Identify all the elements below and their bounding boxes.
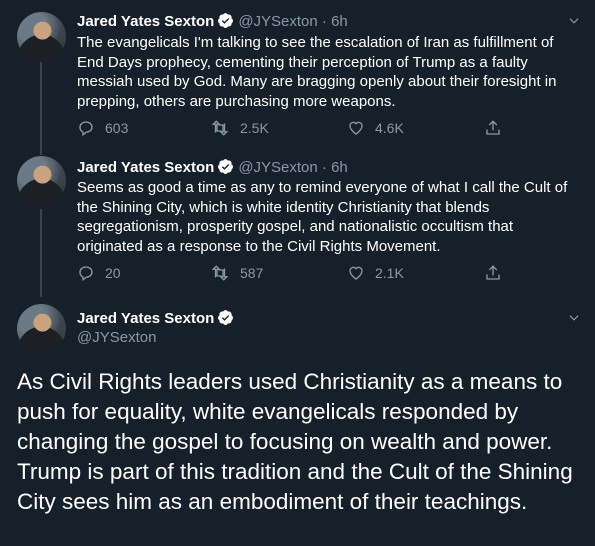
tweet-actions: 603 2.5K 4.6K xyxy=(77,119,507,139)
share-button[interactable] xyxy=(484,264,502,282)
reply-count: 20 xyxy=(105,265,121,281)
reply-button[interactable]: 20 xyxy=(77,264,121,282)
retweet-button[interactable]: 587 xyxy=(210,264,263,282)
share-button[interactable] xyxy=(484,119,502,137)
author-name[interactable]: Jared Yates Sexton xyxy=(77,13,214,30)
verified-badge-icon xyxy=(217,12,234,34)
heart-icon xyxy=(349,266,363,280)
tweet[interactable]: Jared Yates Sexton @JYSexton · 6h Seems a… xyxy=(0,150,595,295)
author-name[interactable]: Jared Yates Sexton xyxy=(77,310,214,327)
share-icon xyxy=(486,120,500,135)
tweet-actions: 20 587 2.1K xyxy=(77,264,507,284)
tweet-text: The evangelicals I'm talking to see the … xyxy=(77,34,557,110)
author-handle[interactable]: @JYSexton xyxy=(238,13,317,30)
avatar[interactable] xyxy=(17,12,66,61)
like-count: 4.6K xyxy=(375,120,404,136)
tweet[interactable]: Jared Yates Sexton @JYSexton · 6h The eva… xyxy=(0,0,595,150)
tweet-text: Seems as good a time as any to remind ev… xyxy=(77,179,568,255)
avatar[interactable] xyxy=(17,304,66,353)
retweet-icon xyxy=(211,120,229,136)
timestamp[interactable]: · 6h xyxy=(322,13,348,30)
timestamp[interactable]: · 6h xyxy=(322,159,348,176)
author-handle[interactable]: @JYSexton xyxy=(77,329,156,346)
avatar[interactable] xyxy=(17,156,66,205)
retweet-count: 587 xyxy=(240,265,264,281)
retweet-count: 2.5K xyxy=(240,120,269,136)
reply-count: 603 xyxy=(105,120,129,136)
verified-badge-icon xyxy=(217,158,234,180)
share-icon xyxy=(486,265,500,280)
tweet-text: As Civil Rights leaders used Christianit… xyxy=(17,369,573,514)
like-count: 2.1K xyxy=(375,265,404,281)
verified-badge-icon xyxy=(217,309,234,331)
author-handle[interactable]: @JYSexton xyxy=(238,159,317,176)
chevron-down-icon[interactable] xyxy=(567,14,581,28)
tweet-header: Jared Yates Sexton xyxy=(77,309,234,331)
chevron-down-icon[interactable] xyxy=(567,311,581,325)
tweet-header: Jared Yates Sexton @JYSexton · 6h xyxy=(77,158,348,180)
tweet-header: Jared Yates Sexton @JYSexton · 6h xyxy=(77,12,348,34)
reply-button[interactable]: 603 xyxy=(77,119,128,137)
main-tweet[interactable]: Jared Yates Sexton @JYSexton As Civil Ri… xyxy=(0,295,595,546)
retweet-icon xyxy=(211,265,229,281)
like-button[interactable]: 2.1K xyxy=(347,264,404,282)
author-name[interactable]: Jared Yates Sexton xyxy=(77,159,214,176)
retweet-button[interactable]: 2.5K xyxy=(210,119,269,137)
reply-icon xyxy=(79,266,93,282)
like-button[interactable]: 4.6K xyxy=(347,119,404,137)
reply-icon xyxy=(79,121,93,137)
heart-icon xyxy=(349,121,363,135)
